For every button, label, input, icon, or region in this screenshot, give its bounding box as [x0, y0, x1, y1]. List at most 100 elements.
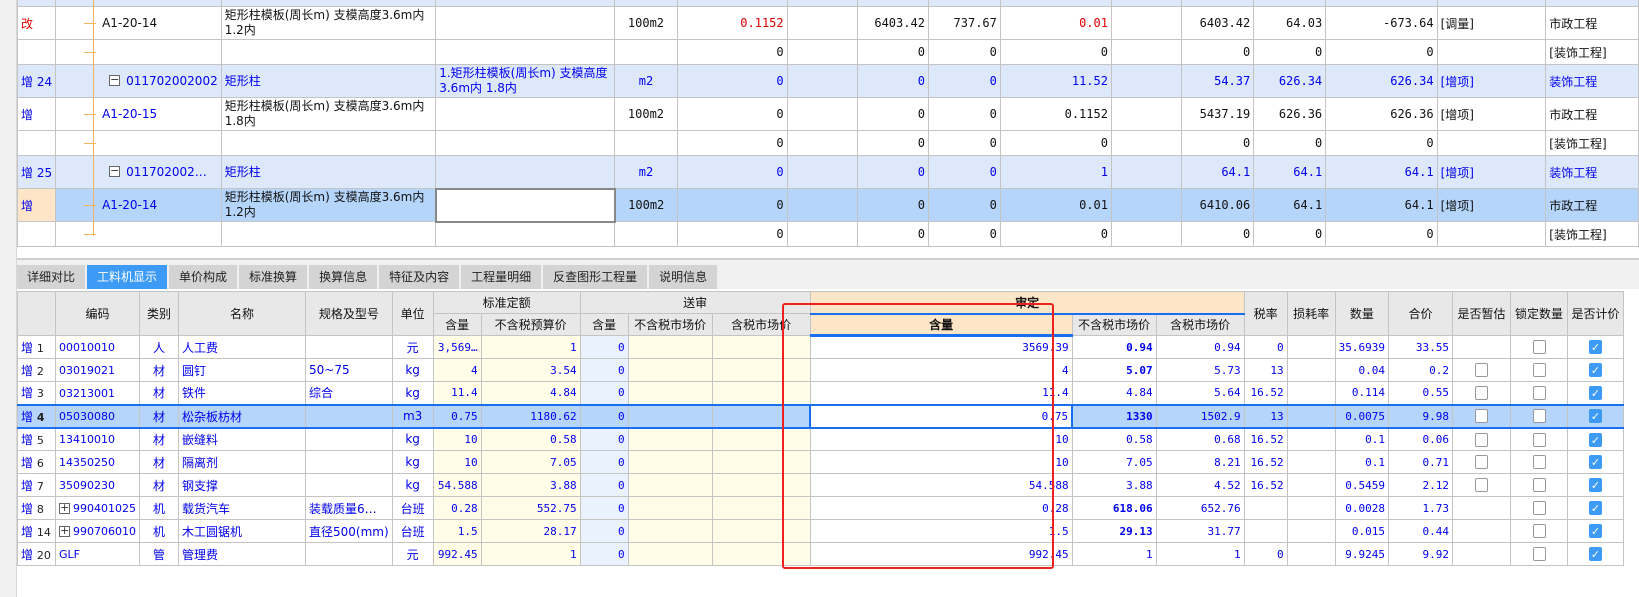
estimate-checkbox[interactable]: [1475, 455, 1489, 470]
aud-qty[interactable]: 4: [809, 358, 1073, 382]
resource-row[interactable]: 增 14 +990706010 机木工圆锯机 直径500(mm) 台班 1.5 28.17 0…: [17, 519, 1625, 543]
sub-tax[interactable]: [711, 519, 811, 543]
loss-rate[interactable]: [1286, 358, 1336, 382]
aud-mkt[interactable]: 0.58: [1071, 427, 1157, 451]
sub-mkt[interactable]: [627, 542, 713, 566]
item-desc[interactable]: [435, 97, 616, 131]
aud-mkt[interactable]: 29.13: [1071, 519, 1157, 543]
aud-tax[interactable]: 0.68: [1155, 427, 1245, 451]
loss-rate[interactable]: [1286, 542, 1336, 566]
table-row[interactable]: 改 A1-20-14 矩形柱模板(周长m) 支模高度3.6m内 1.2内 100m2 0…: [16, 6, 1639, 40]
item-desc[interactable]: [434, 187, 616, 223]
resource-row[interactable]: 增 1 00010010 人人工费元 3,569… 1 0 3569.39 0.94 0.94 0…: [17, 335, 1625, 359]
tax-rate[interactable]: 16.52: [1243, 473, 1288, 497]
tab-5[interactable]: 特征及内容: [379, 265, 460, 289]
tax-rate[interactable]: 16.52: [1243, 427, 1288, 451]
code-cell[interactable]: [55, 39, 222, 65]
sub-tax[interactable]: [711, 358, 811, 382]
loss-rate[interactable]: [1286, 403, 1336, 429]
sub-mkt[interactable]: [627, 519, 713, 543]
header-sub-qty[interactable]: 含量: [579, 313, 629, 336]
resource-code[interactable]: +990706010: [55, 519, 140, 543]
resource-code[interactable]: 35090230: [55, 473, 140, 497]
code-cell[interactable]: −011702002…: [55, 155, 222, 189]
item-desc[interactable]: [435, 130, 616, 156]
tab-4[interactable]: 换算信息: [309, 265, 378, 289]
sub-mkt[interactable]: [627, 473, 713, 497]
priced-checkbox[interactable]: ✓: [1589, 386, 1603, 400]
aud-qty[interactable]: 0.28: [809, 496, 1073, 520]
aud-mkt[interactable]: 4.84: [1071, 381, 1157, 405]
code-cell[interactable]: −011702002002: [55, 64, 222, 98]
lock-checkbox[interactable]: [1532, 455, 1546, 470]
sub-tax[interactable]: [711, 542, 811, 566]
lock-qty-cell[interactable]: [1510, 542, 1569, 566]
header-aud-tax[interactable]: 含税市场价: [1155, 312, 1245, 336]
table-row[interactable]: 0 0 0 0 0 0 0 [装饰工程]: [16, 130, 1639, 156]
resource-row[interactable]: 增 20 GLF 管管理费元 992.45 1 0 992.45 1 1 0 9.9245 9.92 ✓: [17, 542, 1625, 566]
header-sub-mkt[interactable]: 不含税市场价: [627, 313, 713, 336]
aud-tax[interactable]: 5.64: [1155, 381, 1245, 405]
sub-tax[interactable]: [711, 473, 811, 497]
aud-mkt[interactable]: 7.05: [1071, 450, 1157, 474]
is-priced-cell[interactable]: ✓: [1567, 381, 1625, 405]
aud-tax[interactable]: 4.52: [1155, 473, 1245, 497]
lock-qty-cell[interactable]: [1510, 496, 1569, 520]
is-priced-cell[interactable]: ✓: [1567, 358, 1625, 382]
sub-mkt[interactable]: [627, 496, 713, 520]
estimate-checkbox[interactable]: [1475, 363, 1489, 378]
is-priced-cell[interactable]: ✓: [1567, 335, 1625, 359]
tab-8[interactable]: 说明信息: [649, 265, 718, 289]
is-priced-cell[interactable]: ✓: [1567, 519, 1625, 543]
table-row[interactable]: 0 0 0 0 0 0 0 [装饰工程]: [16, 39, 1639, 65]
is-estimate-cell[interactable]: [1452, 496, 1512, 520]
tax-rate[interactable]: 13: [1243, 358, 1288, 382]
aud-qty[interactable]: 992.45: [809, 542, 1073, 566]
header-is-estimate[interactable]: 是否暂估: [1452, 291, 1512, 336]
collapse-icon[interactable]: −: [109, 74, 121, 86]
lock-qty-cell[interactable]: [1510, 427, 1569, 451]
sub-tax[interactable]: [711, 427, 811, 451]
sub-qty[interactable]: 0: [579, 381, 629, 405]
priced-checkbox[interactable]: ✓: [1589, 501, 1603, 516]
header-aud-mkt[interactable]: 不含税市场价: [1071, 312, 1157, 336]
priced-checkbox[interactable]: ✓: [1589, 547, 1603, 562]
sub-qty[interactable]: 0: [579, 519, 629, 543]
resource-row[interactable]: 增 8 +990401025 机载货汽车 装载质量6… 台班 0.28 552.75 0 0.2…: [17, 496, 1625, 520]
code-cell[interactable]: A1-20-15: [55, 97, 222, 131]
lock-checkbox[interactable]: [1532, 340, 1546, 355]
header-quantity[interactable]: 数量: [1334, 291, 1390, 336]
aud-tax[interactable]: 8.21: [1155, 450, 1245, 474]
priced-checkbox[interactable]: ✓: [1589, 478, 1603, 493]
aud-qty[interactable]: 11.4: [809, 381, 1073, 405]
is-estimate-cell[interactable]: [1452, 450, 1512, 474]
lock-checkbox[interactable]: [1532, 478, 1546, 493]
sub-qty[interactable]: 0: [579, 427, 629, 451]
header-is-priced[interactable]: 是否计价: [1567, 291, 1625, 336]
header-name[interactable]: 名称: [178, 291, 306, 336]
resource-code[interactable]: 03019021: [55, 358, 140, 382]
lock-qty-cell[interactable]: [1510, 381, 1569, 405]
resource-code[interactable]: +990401025: [55, 496, 140, 520]
table-row[interactable]: 增 24−011702002002 矩形柱 1.矩形柱模板(周长m) 支模高度3.6…: [16, 64, 1639, 98]
priced-checkbox[interactable]: ✓: [1589, 524, 1603, 539]
sub-mkt[interactable]: [627, 381, 713, 405]
aud-qty[interactable]: 3569.39: [809, 335, 1073, 359]
aud-tax[interactable]: 652.76: [1155, 496, 1245, 520]
item-desc[interactable]: [435, 6, 616, 40]
tab-0[interactable]: 详细对比: [17, 265, 86, 289]
tab-2[interactable]: 单价构成: [169, 265, 238, 289]
sub-mkt[interactable]: [627, 358, 713, 382]
resource-row[interactable]: 增 5 13410010 材嵌缝料 kg 10 0.58 0 10 0.58 0.68 16.52 0…: [17, 427, 1625, 451]
lock-qty-cell[interactable]: [1510, 450, 1569, 474]
header-aud-qty[interactable]: 含量: [809, 312, 1073, 337]
resource-row[interactable]: 增 4 05030080 材松杂板枋材 m3 0.75 1180.62 0 0.75 1330 1…: [17, 403, 1625, 429]
priced-checkbox[interactable]: ✓: [1589, 340, 1603, 355]
sub-mkt[interactable]: [627, 427, 713, 451]
is-priced-cell[interactable]: ✓: [1567, 496, 1625, 520]
code-cell[interactable]: [55, 130, 222, 156]
loss-rate[interactable]: [1286, 450, 1336, 474]
sub-mkt[interactable]: [627, 335, 713, 359]
code-cell[interactable]: A1-20-14: [55, 6, 222, 40]
tax-rate[interactable]: 16.52: [1243, 450, 1288, 474]
